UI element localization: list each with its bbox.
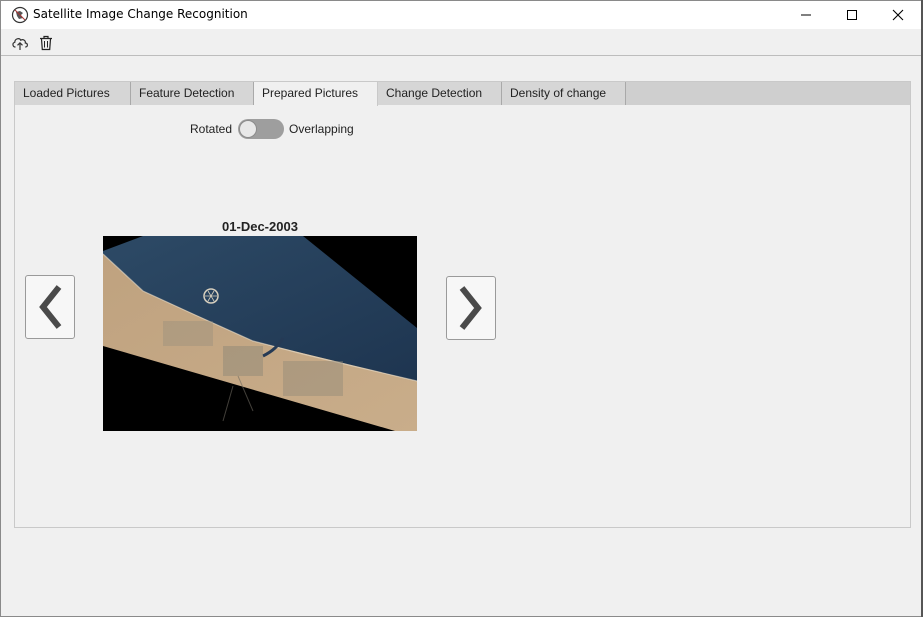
tab-loaded-pictures[interactable]: Loaded Pictures	[15, 82, 131, 105]
satellite-image-graphic	[103, 236, 417, 431]
delete-button[interactable]	[36, 33, 56, 53]
app-logo-icon	[11, 6, 29, 24]
app-window: Satellite Image Change Recognition Loade…	[0, 0, 923, 617]
chevron-right-icon	[459, 286, 482, 330]
image-date-title: 01-Dec-2003	[222, 219, 298, 234]
toggle-right-label: Overlapping	[289, 122, 354, 136]
title-bar: Satellite Image Change Recognition	[1, 1, 922, 29]
cloud-upload-icon	[12, 38, 28, 50]
toolbar	[1, 29, 922, 56]
toggle-left-label: Rotated	[190, 122, 233, 136]
minimize-button[interactable]	[783, 1, 829, 29]
minimize-icon	[801, 14, 811, 16]
close-button[interactable]	[875, 1, 921, 29]
rotated-overlapping-switch[interactable]	[238, 119, 284, 139]
previous-image-button[interactable]	[25, 275, 75, 339]
tab-group: Loaded Pictures Feature Detection Prepar…	[14, 81, 911, 528]
close-icon	[892, 9, 904, 21]
tab-density-of-change[interactable]: Density of change	[502, 82, 626, 105]
next-image-button[interactable]	[446, 276, 496, 340]
satellite-image	[103, 236, 417, 431]
maximize-button[interactable]	[829, 1, 875, 29]
tab-strip: Loaded Pictures Feature Detection Prepar…	[15, 82, 910, 106]
maximize-icon	[847, 10, 857, 20]
switch-knob[interactable]	[239, 120, 257, 138]
tab-prepared-pictures[interactable]: Prepared Pictures	[254, 82, 378, 106]
window-title: Satellite Image Change Recognition	[33, 7, 248, 21]
tab-feature-detection[interactable]: Feature Detection	[131, 82, 254, 105]
trash-icon	[40, 35, 52, 51]
tab-change-detection[interactable]: Change Detection	[378, 82, 502, 105]
chevron-left-icon	[39, 285, 62, 329]
upload-button[interactable]	[10, 33, 30, 53]
